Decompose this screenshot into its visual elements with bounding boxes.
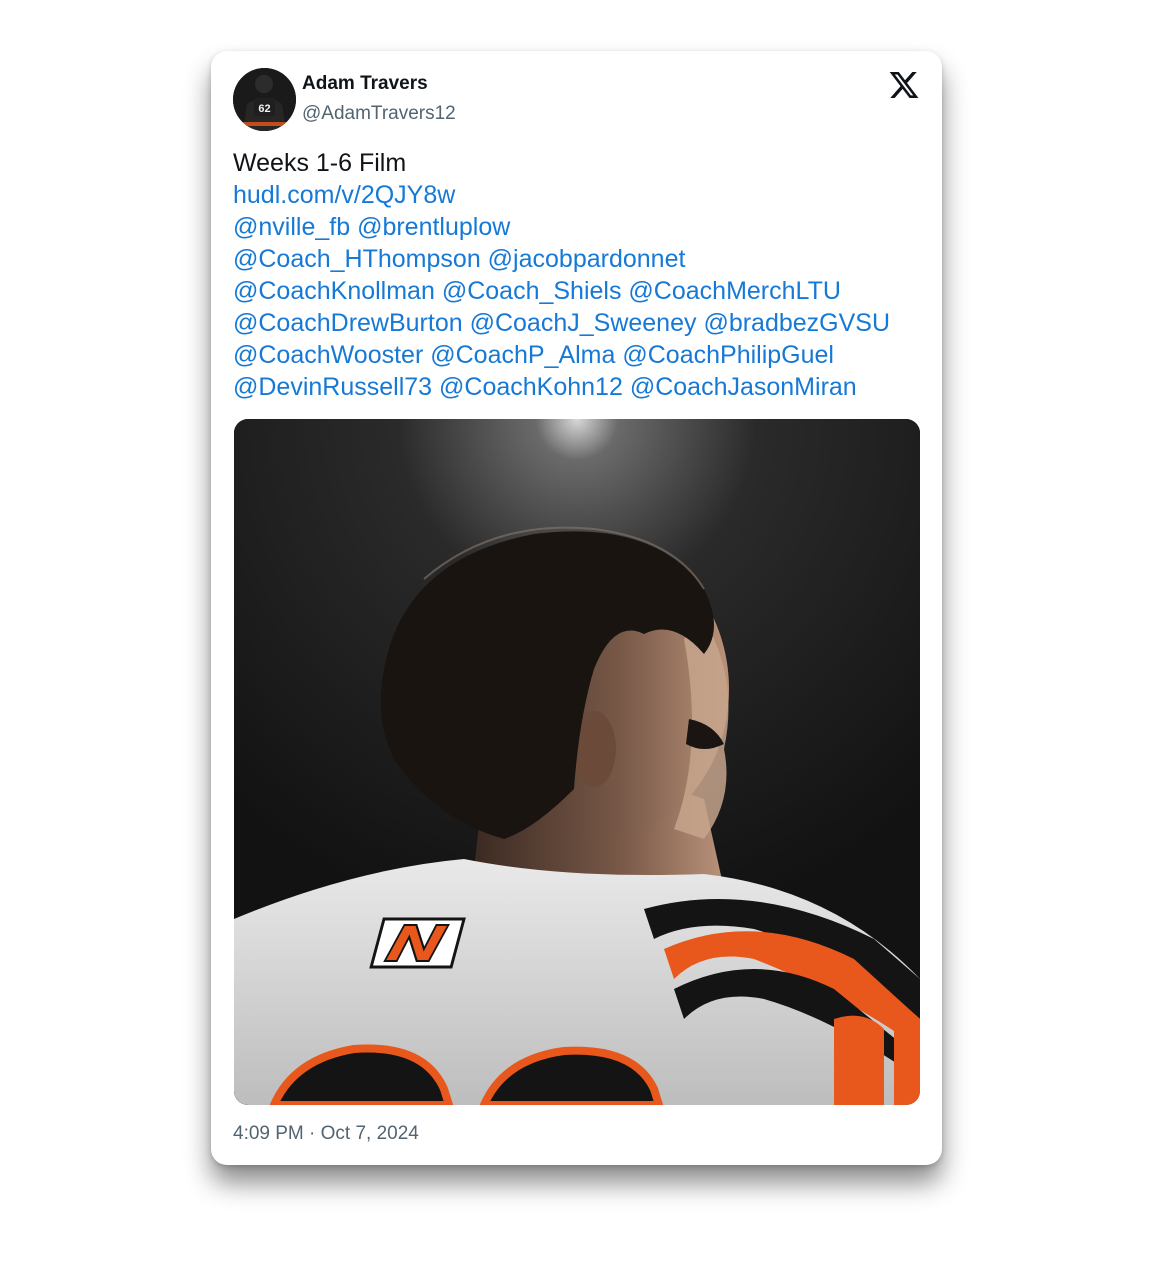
mention-link[interactable]: @CoachKohn12 <box>439 373 623 401</box>
tweet-photo[interactable] <box>234 419 920 1105</box>
mention-link[interactable]: @nville_fb <box>233 213 350 241</box>
mention-link[interactable]: @CoachJ_Sweeney <box>470 309 697 337</box>
mention-line: @CoachDrewBurton @CoachJ_Sweeney @bradbe… <box>233 307 923 339</box>
tweet-text: Weeks 1-6 Film hudl.com/v/2QJY8w @nville… <box>233 147 923 403</box>
x-logo-icon[interactable] <box>888 69 920 101</box>
mention-link[interactable]: @CoachPhilipGuel <box>622 341 834 369</box>
mention-link[interactable]: @bradbezGVSU <box>703 309 890 337</box>
avatar[interactable]: 62 <box>233 68 296 131</box>
mention-link[interactable]: @DevinRussell73 <box>233 373 432 401</box>
tweet-first-line: Weeks 1-6 Film <box>233 149 407 177</box>
mention-line: @DevinRussell73 @CoachKohn12 @CoachJason… <box>233 371 923 403</box>
mention-link[interactable]: @brentluplow <box>357 213 510 241</box>
mention-link[interactable]: @Coach_Shiels <box>442 277 622 305</box>
tweet-timestamp[interactable]: 4:09 PM · Oct 7, 2024 <box>233 1123 419 1145</box>
mention-link[interactable]: @CoachJasonMiran <box>630 373 857 401</box>
avatar-jersey-number: 62 <box>258 103 270 115</box>
mention-link[interactable]: @Coach_HThompson <box>233 245 481 273</box>
mention-link[interactable]: @CoachKnollman <box>233 277 435 305</box>
player-photo-image <box>234 419 920 1105</box>
hudl-link[interactable]: hudl.com/v/2QJY8w <box>233 181 455 209</box>
mention-line: @CoachKnollman @Coach_Shiels @CoachMerch… <box>233 275 923 307</box>
mention-link[interactable]: @CoachDrewBurton <box>233 309 463 337</box>
author-name[interactable]: Adam Travers <box>302 73 428 95</box>
mention-line: @nville_fb @brentluplow <box>233 211 923 243</box>
mention-link[interactable]: @CoachWooster <box>233 341 423 369</box>
author-handle[interactable]: @AdamTravers12 <box>302 103 456 125</box>
tweet-card: 62 Adam Travers @AdamTravers12 Weeks 1-6… <box>211 51 942 1165</box>
mention-line: @Coach_HThompson @jacobpardonnet <box>233 243 923 275</box>
avatar-image: 62 <box>233 68 296 131</box>
mention-link[interactable]: @CoachMerchLTU <box>628 277 840 305</box>
mention-line: @CoachWooster @CoachP_Alma @CoachPhilipG… <box>233 339 923 371</box>
mention-link[interactable]: @jacobpardonnet <box>488 245 686 273</box>
mention-link[interactable]: @CoachP_Alma <box>430 341 615 369</box>
